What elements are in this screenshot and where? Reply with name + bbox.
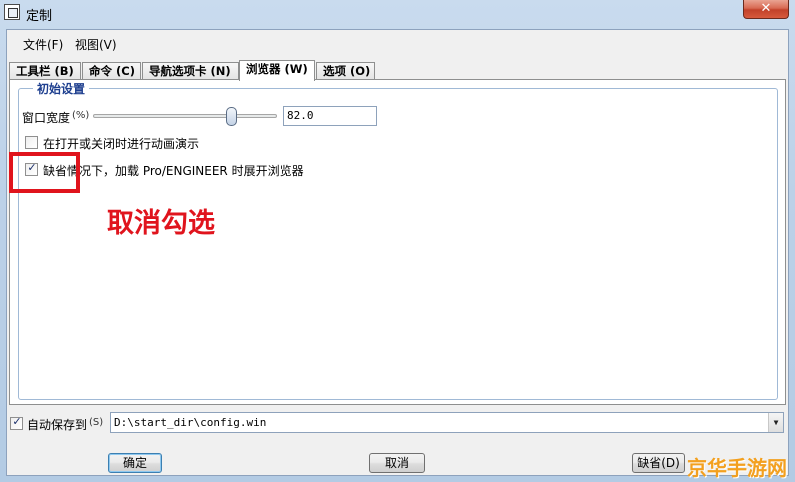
cancel-button[interactable]: 取消 <box>369 453 425 473</box>
close-button[interactable]: ✕ <box>743 0 789 19</box>
autosave-checkbox[interactable]: ✓ <box>10 415 23 430</box>
animate-label: 在打开或关闭时进行动画演示 <box>43 137 200 151</box>
slider-thumb[interactable] <box>225 107 237 126</box>
autosave-path-value: D:\start_dir\config.win <box>114 416 267 429</box>
window-width-input[interactable]: 82.0 <box>283 106 377 126</box>
window-width-slider[interactable] <box>93 107 277 126</box>
check-icon: ✓ <box>27 161 37 174</box>
default-button[interactable]: 缺省(D) <box>632 453 685 473</box>
tab-commands[interactable]: 命令 (C) <box>82 62 141 80</box>
tab-toolbar[interactable]: 工具栏 (B) <box>9 62 81 80</box>
autosave-path-combo[interactable]: D:\start_dir\config.win ▼ <box>110 412 784 433</box>
window-title: 定制 <box>26 9 53 24</box>
window-width-label: 窗口宽度 <box>22 111 71 125</box>
ok-button[interactable]: 确定 <box>108 453 162 473</box>
expand-browser-checkbox[interactable]: ✓ <box>25 161 38 176</box>
autosave-shortcut: (S) <box>89 417 104 428</box>
tab-browser[interactable]: 浏览器 (W) <box>239 60 315 81</box>
window-width-unit: (%) <box>72 110 90 121</box>
browser-tab-panel: 初始设置 窗口宽度 (%) 82.0 在打开或关闭时进行动画演示 ✓ 缺省情况下… <box>9 79 786 405</box>
tab-options[interactable]: 选项 (O) <box>316 62 375 80</box>
annotation-text: 取消勾选 <box>107 208 215 239</box>
group-title: 初始设置 <box>33 80 90 97</box>
tab-navigator[interactable]: 导航选项卡 (N) <box>142 62 239 80</box>
expand-browser-label: 缺省情况下，加载 Pro/ENGINEER 时展开浏览器 <box>43 164 304 178</box>
watermark: 京华手游网 <box>687 456 787 480</box>
menu-view[interactable]: 视图(V) <box>75 36 117 53</box>
animate-checkbox[interactable] <box>25 136 38 149</box>
autosave-label: 自动保存到 <box>27 418 88 432</box>
chevron-down-icon[interactable]: ▼ <box>768 413 783 432</box>
dialog-body: 文件(F) 视图(V) 工具栏 (B) 命令 (C) 导航选项卡 (N) 浏览器… <box>6 29 789 476</box>
check-icon: ✓ <box>12 415 22 428</box>
menu-file[interactable]: 文件(F) <box>23 36 63 53</box>
title-bar: 定制 ✕ <box>0 0 795 26</box>
close-icon: ✕ <box>760 1 772 16</box>
window-icon <box>4 4 20 20</box>
